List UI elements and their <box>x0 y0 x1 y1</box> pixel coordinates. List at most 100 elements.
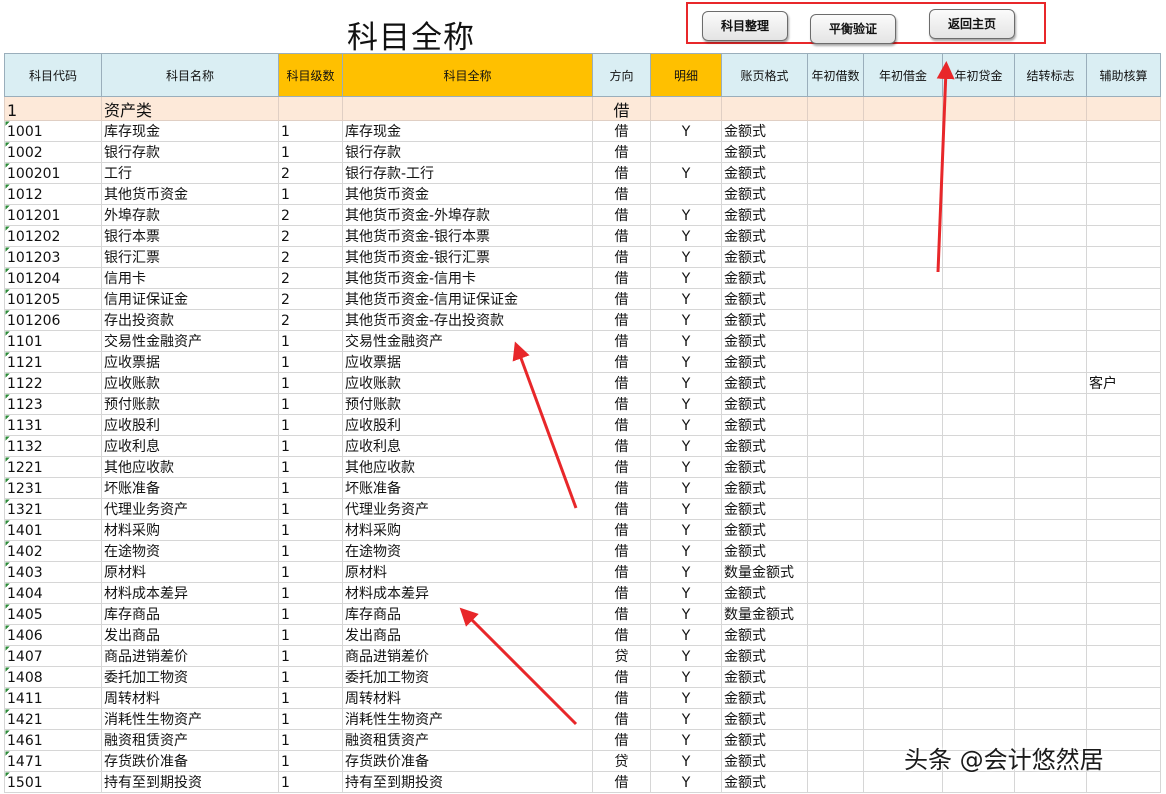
cell-opening-debit-amount[interactable] <box>863 519 943 541</box>
cell-direction[interactable]: 借 <box>592 393 651 415</box>
cell-auxiliary[interactable] <box>1086 120 1161 142</box>
cell-detail[interactable]: Y <box>650 666 722 688</box>
cell-carryover-flag[interactable] <box>1014 519 1087 541</box>
cell-fullname[interactable]: 原材料 <box>342 561 593 583</box>
cell-auxiliary[interactable] <box>1086 477 1161 499</box>
cell-detail[interactable]: Y <box>650 309 722 331</box>
cell-code[interactable]: 1501 <box>4 771 102 793</box>
cell-opening-debit-qty[interactable] <box>807 771 864 793</box>
cell-ledger-format[interactable]: 金额式 <box>721 120 808 142</box>
cell-code[interactable]: 1122 <box>4 372 102 394</box>
cell-direction[interactable]: 借 <box>592 582 651 604</box>
cell-carryover-flag[interactable] <box>1014 687 1087 709</box>
cell-opening-credit-amount[interactable] <box>942 456 1015 478</box>
cell-name[interactable]: 库存现金 <box>101 120 279 142</box>
cell-name[interactable]: 应收股利 <box>101 414 279 436</box>
cell-opening-debit-amount[interactable] <box>863 162 943 184</box>
cell-fullname[interactable]: 存货跌价准备 <box>342 750 593 772</box>
cell-code[interactable]: 1407 <box>4 645 102 667</box>
cell-direction[interactable]: 借 <box>592 162 651 184</box>
cell-opening-credit-amount[interactable] <box>942 666 1015 688</box>
cell-code[interactable]: 1132 <box>4 435 102 457</box>
cell-opening-credit-amount[interactable] <box>942 624 1015 646</box>
cell-detail[interactable]: Y <box>650 372 722 394</box>
cell-code[interactable]: 1131 <box>4 414 102 436</box>
cell-direction[interactable]: 借 <box>592 120 651 142</box>
cell-opening-credit-amount[interactable] <box>942 687 1015 709</box>
cell-opening-debit-qty[interactable] <box>807 225 864 247</box>
cell-direction[interactable]: 借 <box>592 246 651 268</box>
cell-fullname[interactable]: 应收账款 <box>342 372 593 394</box>
cell-opening-debit-amount[interactable] <box>863 183 943 205</box>
cell-fullname[interactable]: 持有至到期投资 <box>342 771 593 793</box>
cell-name[interactable]: 持有至到期投资 <box>101 771 279 793</box>
cell-detail[interactable]: Y <box>650 162 722 184</box>
cell-direction[interactable]: 借 <box>592 309 651 331</box>
cell-auxiliary[interactable]: 客户 <box>1086 372 1161 394</box>
cell-detail[interactable] <box>650 183 722 205</box>
cell-opening-debit-amount[interactable] <box>863 330 943 352</box>
cell-fullname[interactable]: 其他货币资金-信用证保证金 <box>342 288 593 310</box>
cell-ledger-format[interactable]: 金额式 <box>721 435 808 457</box>
cell-detail[interactable]: Y <box>650 435 722 457</box>
cell-code[interactable]: 1461 <box>4 729 102 751</box>
cell-level[interactable]: 1 <box>278 666 343 688</box>
cell-level[interactable]: 1 <box>278 330 343 352</box>
cell-auxiliary[interactable] <box>1086 666 1161 688</box>
cell-detail[interactable]: Y <box>650 351 722 373</box>
cell-fullname[interactable]: 银行存款-工行 <box>342 162 593 184</box>
cell-fullname[interactable]: 库存商品 <box>342 603 593 625</box>
cell-carryover-flag[interactable] <box>1014 120 1087 142</box>
cell-opening-debit-qty[interactable] <box>807 351 864 373</box>
cell-detail[interactable]: Y <box>650 120 722 142</box>
cell-ledger-format[interactable]: 金额式 <box>721 708 808 730</box>
cell-code[interactable]: 1 <box>4 96 102 121</box>
cell-name[interactable]: 库存商品 <box>101 603 279 625</box>
cell-direction[interactable]: 借 <box>592 141 651 163</box>
cell-detail[interactable]: Y <box>650 750 722 772</box>
cell-code[interactable]: 1402 <box>4 540 102 562</box>
cell-opening-credit-amount[interactable] <box>942 288 1015 310</box>
cell-opening-debit-qty[interactable] <box>807 750 864 772</box>
cell-fullname[interactable]: 其他货币资金-外埠存款 <box>342 204 593 226</box>
cell-name[interactable]: 融资租赁资产 <box>101 729 279 751</box>
cell-fullname[interactable]: 周转材料 <box>342 687 593 709</box>
cell-opening-debit-qty[interactable] <box>807 183 864 205</box>
cell-fullname[interactable]: 其他货币资金-银行本票 <box>342 225 593 247</box>
cell-name[interactable]: 消耗性生物资产 <box>101 708 279 730</box>
cell-auxiliary[interactable] <box>1086 288 1161 310</box>
cell-fullname[interactable]: 应收利息 <box>342 435 593 457</box>
cell-code[interactable]: 101205 <box>4 288 102 310</box>
cell-carryover-flag[interactable] <box>1014 414 1087 436</box>
cell-opening-credit-amount[interactable] <box>942 225 1015 247</box>
cell-ledger-format[interactable]: 金额式 <box>721 309 808 331</box>
cell-opening-debit-qty[interactable] <box>807 246 864 268</box>
cell-opening-debit-amount[interactable] <box>863 267 943 289</box>
cell-fullname[interactable]: 委托加工物资 <box>342 666 593 688</box>
cell-ledger-format[interactable]: 金额式 <box>721 162 808 184</box>
cell-direction[interactable]: 借 <box>592 372 651 394</box>
cell-level[interactable]: 2 <box>278 288 343 310</box>
cell-opening-debit-qty[interactable] <box>807 204 864 226</box>
cell-opening-debit-amount[interactable] <box>863 288 943 310</box>
cell-detail[interactable]: Y <box>650 561 722 583</box>
cell-name[interactable]: 外埠存款 <box>101 204 279 226</box>
cell-opening-debit-amount[interactable] <box>863 141 943 163</box>
cell-opening-debit-qty[interactable] <box>807 141 864 163</box>
cell-opening-debit-qty[interactable] <box>807 96 864 121</box>
cell-ledger-format[interactable]: 金额式 <box>721 624 808 646</box>
cell-direction[interactable]: 贷 <box>592 645 651 667</box>
cell-level[interactable]: 1 <box>278 624 343 646</box>
cell-auxiliary[interactable] <box>1086 330 1161 352</box>
cell-fullname[interactable]: 消耗性生物资产 <box>342 708 593 730</box>
cell-code[interactable]: 101202 <box>4 225 102 247</box>
cell-opening-debit-qty[interactable] <box>807 729 864 751</box>
cell-detail[interactable]: Y <box>650 204 722 226</box>
cell-detail[interactable]: Y <box>650 624 722 646</box>
cell-ledger-format[interactable]: 金额式 <box>721 729 808 751</box>
cell-code[interactable]: 1403 <box>4 561 102 583</box>
cell-direction[interactable]: 借 <box>592 204 651 226</box>
cell-opening-credit-amount[interactable] <box>942 561 1015 583</box>
cell-name[interactable]: 发出商品 <box>101 624 279 646</box>
cell-opening-credit-amount[interactable] <box>942 393 1015 415</box>
